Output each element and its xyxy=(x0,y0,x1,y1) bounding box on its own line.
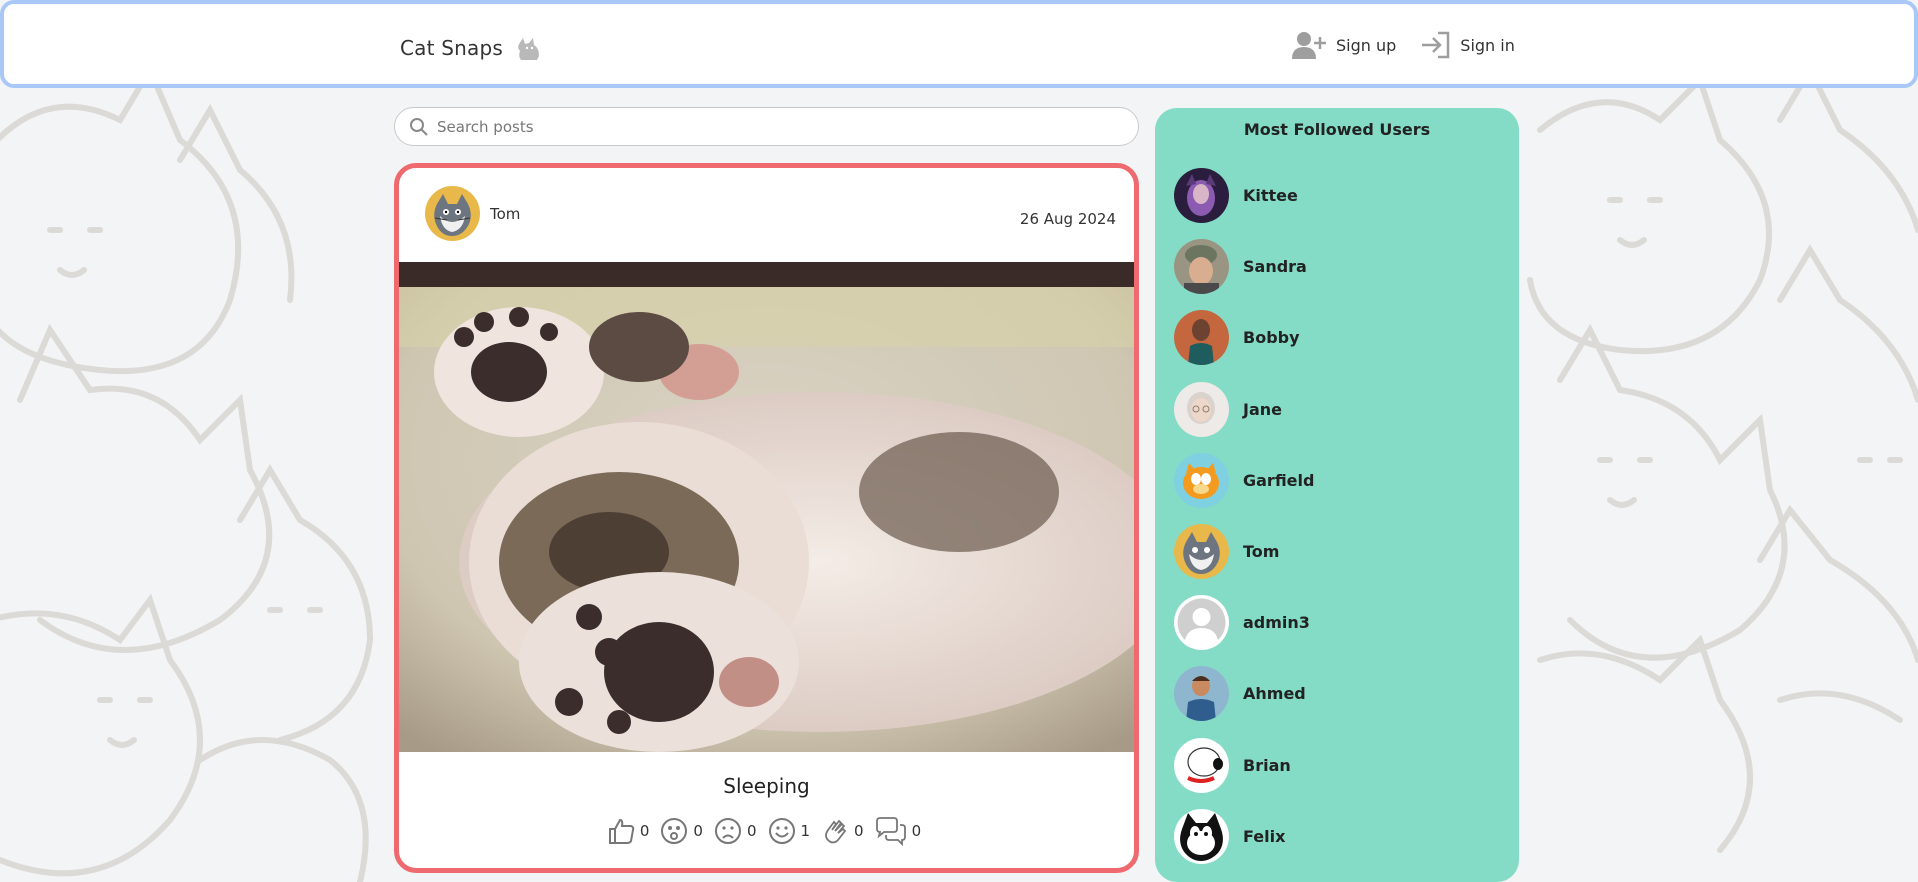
post-title: Sleeping xyxy=(723,774,810,798)
sad-face-icon xyxy=(713,816,743,846)
post-author[interactable]: Tom xyxy=(425,186,520,241)
user-item-jane[interactable]: Jane xyxy=(1174,374,1314,445)
most-followed-sidebar: Most Followed Users Kittee Sandra Bobby … xyxy=(1155,108,1519,882)
user-name[interactable]: Bobby xyxy=(1243,328,1300,347)
user-item-brian[interactable]: Brian xyxy=(1174,730,1314,801)
sign-in-label: Sign in xyxy=(1460,35,1515,55)
user-item-ahmed[interactable]: Ahmed xyxy=(1174,658,1314,729)
thumbs-up-icon xyxy=(606,816,636,846)
avatar[interactable] xyxy=(1174,310,1229,366)
avatar[interactable] xyxy=(1174,381,1229,437)
clap-reaction[interactable]: 0 xyxy=(820,816,864,846)
user-name[interactable]: Ahmed xyxy=(1243,684,1306,703)
sidebar-title: Most Followed Users xyxy=(1243,120,1431,139)
surprised-count: 0 xyxy=(693,822,703,840)
post-card[interactable]: Tom 26 Aug 2024 Sleeping 0 0 0 1 0 0 xyxy=(394,163,1139,873)
post-image[interactable] xyxy=(399,262,1134,752)
surprised-icon xyxy=(659,816,689,846)
sign-up-button[interactable]: Sign up xyxy=(1290,29,1396,61)
avatar[interactable] xyxy=(1174,168,1229,224)
auth-links: Sign up Sign in xyxy=(1290,29,1515,61)
user-name[interactable]: Felix xyxy=(1243,827,1285,846)
sign-up-label: Sign up xyxy=(1336,35,1397,55)
comments-button[interactable]: 0 xyxy=(874,816,922,846)
happy-count: 1 xyxy=(800,822,811,840)
search-bar xyxy=(394,107,1139,146)
brand-name[interactable]: Cat Snaps xyxy=(400,36,503,60)
user-name[interactable]: Garfield xyxy=(1243,471,1314,490)
user-name[interactable]: admin3 xyxy=(1243,613,1310,632)
avatar[interactable] xyxy=(1174,737,1229,793)
comments-icon xyxy=(874,816,908,846)
reaction-bar: 0 0 0 1 0 0 xyxy=(399,816,1134,846)
user-name[interactable]: Sandra xyxy=(1243,257,1307,276)
avatar[interactable] xyxy=(1174,452,1229,508)
brand[interactable]: Cat Snaps xyxy=(400,34,543,62)
post-author-name[interactable]: Tom xyxy=(490,205,520,223)
user-item-felix[interactable]: Felix xyxy=(1174,801,1314,872)
happy-reaction[interactable]: 1 xyxy=(767,816,811,846)
sign-in-icon xyxy=(1420,29,1452,61)
like-reaction[interactable]: 0 xyxy=(606,816,650,846)
top-navbar: Cat Snaps Sign up Sign in xyxy=(0,0,1918,88)
sad-reaction[interactable]: 0 xyxy=(713,816,757,846)
clap-count: 0 xyxy=(854,822,864,840)
sign-in-button[interactable]: Sign in xyxy=(1420,29,1515,61)
avatar[interactable] xyxy=(1174,808,1229,864)
avatar[interactable] xyxy=(1174,239,1229,295)
like-count: 0 xyxy=(639,822,650,840)
user-item-kittee[interactable]: Kittee xyxy=(1174,160,1314,231)
surprised-reaction[interactable]: 0 xyxy=(659,816,703,846)
user-name[interactable]: Kittee xyxy=(1243,186,1298,205)
comment-count: 0 xyxy=(911,822,922,840)
user-item-admin3[interactable]: admin3 xyxy=(1174,587,1314,658)
sad-count: 0 xyxy=(746,822,757,840)
user-item-tom[interactable]: Tom xyxy=(1174,516,1314,587)
user-name[interactable]: Tom xyxy=(1243,542,1279,561)
search-input[interactable] xyxy=(437,117,1097,136)
avatar[interactable] xyxy=(1174,524,1229,580)
add-user-icon xyxy=(1290,29,1328,61)
post-date: 26 Aug 2024 xyxy=(1019,210,1116,228)
search-icon xyxy=(409,117,437,137)
avatar[interactable] xyxy=(425,186,480,241)
cat-logo-icon xyxy=(515,34,543,62)
user-item-bobby[interactable]: Bobby xyxy=(1174,302,1314,373)
user-item-sandra[interactable]: Sandra xyxy=(1174,231,1314,302)
happy-face-icon xyxy=(767,816,797,846)
user-name[interactable]: Brian xyxy=(1243,756,1291,775)
clap-icon xyxy=(820,816,850,846)
user-name[interactable]: Jane xyxy=(1243,400,1282,419)
avatar[interactable] xyxy=(1174,666,1229,722)
user-list: Kittee Sandra Bobby Jane Garfield Tom ad… xyxy=(1174,160,1314,872)
user-item-garfield[interactable]: Garfield xyxy=(1174,445,1314,516)
avatar[interactable] xyxy=(1174,595,1229,651)
